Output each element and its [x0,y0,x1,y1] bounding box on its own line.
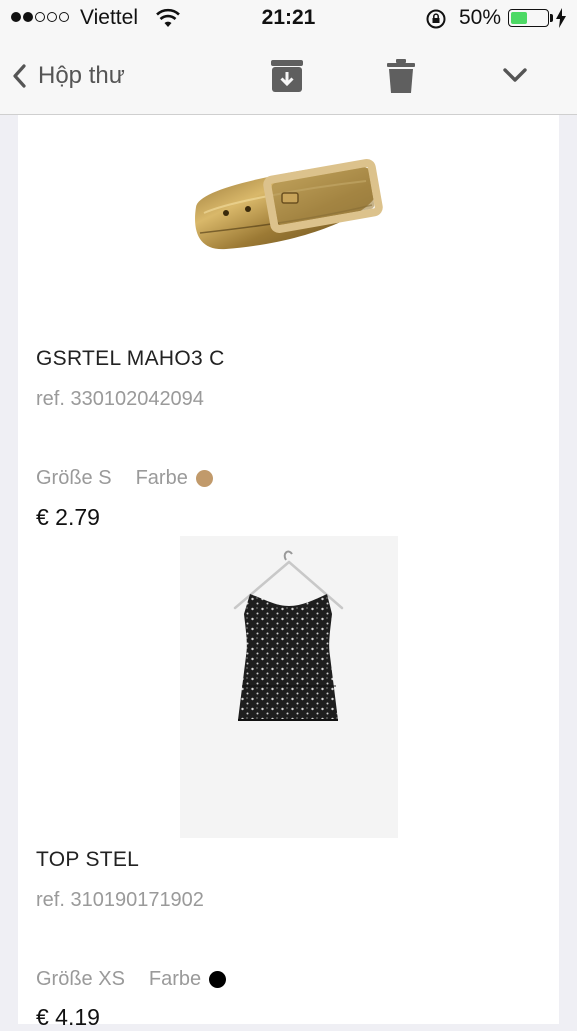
charging-bolt-icon [556,8,566,28]
status-bar: Viettel 21:21 50% [0,0,577,38]
product-price: € 2.79 [36,504,100,530]
battery-icon [508,9,549,27]
product-name: TOP STEL [36,848,140,871]
product-ref: ref. 330102042094 [36,388,204,410]
gold-belt-image [195,158,383,250]
product-attributes: Größe S Farbe [36,467,213,490]
product-ref: ref. 310190171902 [36,889,204,911]
back-label: Hộp thư [38,62,125,89]
battery-tip [550,14,553,22]
email-body: GSRTEL MAHO3 C ref. 330102042094 Größe S… [18,115,559,1030]
mail-toolbar: Hộp thư [0,38,577,115]
product-price: € 4.19 [36,1004,100,1030]
color-swatch [209,971,227,988]
battery-percentage: 50% [459,6,502,29]
product-attributes: Größe XS Farbe [36,968,227,991]
chevron-left-icon [13,64,26,88]
rotation-lock-icon [426,9,446,29]
back-button[interactable]: Hộp thư [12,62,125,90]
product-size: Größe XS [36,968,125,990]
black-top-image [180,536,398,838]
chevron-down-icon[interactable] [502,66,528,84]
trash-icon[interactable] [387,58,415,94]
archive-icon[interactable] [270,58,304,94]
color-swatch [195,470,213,487]
product-size: Größe S [36,467,112,489]
product-color-label: Farbe [148,968,202,990]
product-color-label: Farbe [135,467,188,489]
product-name: GSRTEL MAHO3 C [36,347,225,370]
